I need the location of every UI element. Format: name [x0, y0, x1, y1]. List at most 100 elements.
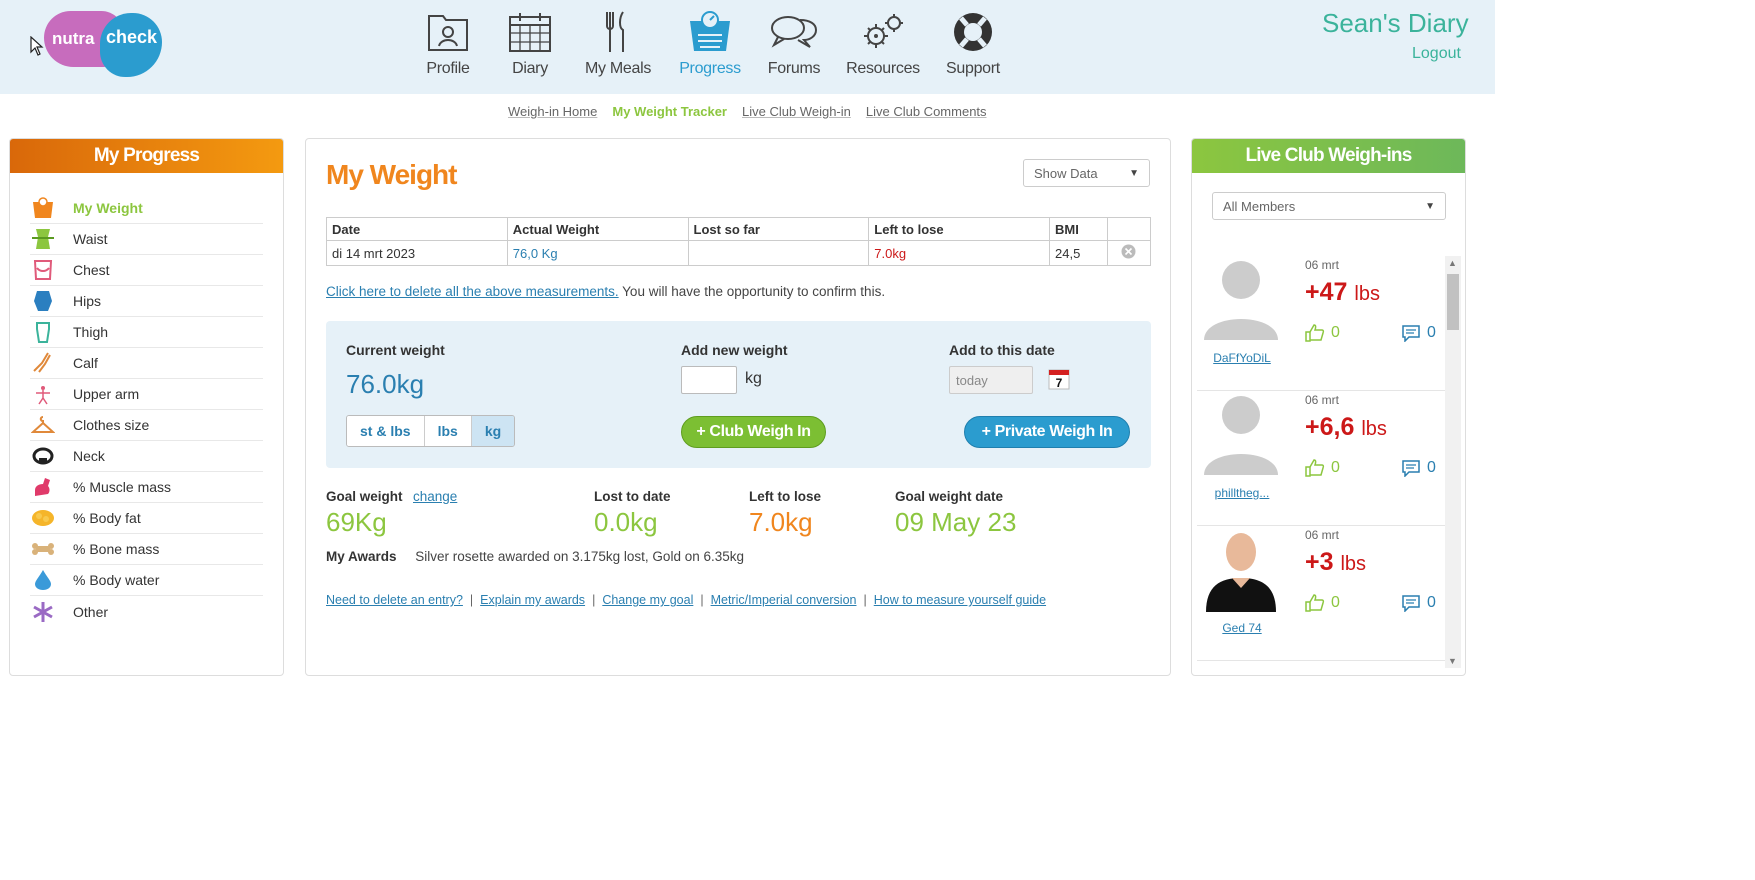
progress-item-muscle-mass[interactable]: % Muscle mass [30, 472, 263, 503]
like-button[interactable]: 0 [1305, 324, 1340, 342]
new-weight-input[interactable] [681, 366, 737, 394]
like-button[interactable]: 0 [1305, 594, 1340, 612]
date-input[interactable]: today [949, 366, 1033, 394]
my-weight-panel: My Weight Show Data ▼ Date Actual Weight… [305, 138, 1171, 676]
progress-item-other[interactable]: Other [30, 596, 263, 627]
avatar-photo[interactable] [1202, 526, 1280, 614]
nav-label: Support [946, 60, 1000, 77]
progress-item-label: Neck [73, 448, 105, 464]
progress-item-body-water[interactable]: % Body water [30, 565, 263, 596]
comment-button[interactable]: 0 [1401, 324, 1436, 342]
nav-diary[interactable]: Diary [491, 8, 569, 78]
scroll-down-arrow-icon[interactable]: ▼ [1448, 656, 1457, 666]
progress-item-upper-arm[interactable]: Upper arm [30, 379, 263, 410]
neck-icon [30, 444, 56, 468]
feed-scrollbar[interactable]: ▲ ▼ [1445, 256, 1461, 668]
explain-awards-link[interactable]: Explain my awards [480, 593, 585, 607]
subnav-live-club-comments[interactable]: Live Club Comments [866, 104, 987, 119]
chest-icon [30, 258, 56, 282]
progress-item-bone-mass[interactable]: % Bone mass [30, 534, 263, 565]
nav-forums[interactable]: Forums [753, 8, 835, 78]
nutracheck-logo[interactable]: nutra check [44, 9, 162, 79]
progress-item-chest[interactable]: Chest [30, 255, 263, 286]
progress-item-hips[interactable]: Hips [30, 286, 263, 317]
username-link[interactable]: philltheg... [1197, 486, 1287, 500]
weigh-in-box: Current weight 76.0kg st & lbs lbs kg Ad… [326, 321, 1151, 468]
delete-all-measurements-link[interactable]: Click here to delete all the above measu… [326, 284, 619, 299]
close-circle-icon [1121, 244, 1136, 259]
nav-progress[interactable]: Progress [667, 8, 753, 78]
username-link[interactable]: Ged 74 [1197, 621, 1287, 635]
like-count: 0 [1331, 459, 1340, 476]
comment-button[interactable]: 0 [1401, 459, 1436, 477]
measure-guide-link[interactable]: How to measure yourself guide [874, 593, 1046, 607]
delete-entry-button[interactable] [1106, 240, 1152, 266]
avatar-placeholder[interactable] [1202, 391, 1280, 479]
gears-icon [859, 8, 907, 56]
subnav-my-weight-tracker[interactable]: My Weight Tracker [612, 104, 727, 119]
thigh-icon [30, 320, 56, 344]
avatar-placeholder[interactable] [1202, 256, 1280, 344]
calendar-picker-icon[interactable]: 7 [1048, 368, 1070, 390]
goal-date-label: Goal weight date [895, 489, 1004, 504]
private-weigh-in-button[interactable]: + Private Weigh In [964, 416, 1130, 448]
metric-imperial-link[interactable]: Metric/Imperial conversion [711, 593, 857, 607]
change-goal-link[interactable]: Change my goal [602, 593, 693, 607]
logo-text-check: check [106, 27, 158, 47]
progress-item-calf[interactable]: Calf [30, 348, 263, 379]
nav-my-meals[interactable]: My Meals [569, 8, 667, 78]
water-drop-icon [30, 568, 56, 592]
comment-icon [1402, 325, 1420, 342]
chevron-down-icon: ▼ [1129, 167, 1139, 179]
list-item: philltheg... 06 mrt +6,6 lbs 0 0 [1197, 391, 1447, 526]
column-header-bmi: BMI [1049, 217, 1108, 241]
delete-entry-help-link[interactable]: Need to delete an entry? [326, 593, 463, 607]
profile-icon [424, 8, 472, 56]
scrollbar-thumb[interactable] [1447, 274, 1459, 330]
members-filter-dropdown[interactable]: All Members ▼ [1212, 192, 1446, 220]
weigh-in-feed: DaFfYoDiL 06 mrt +47 lbs 0 0 philltheg..… [1197, 256, 1447, 666]
comment-button[interactable]: 0 [1401, 594, 1436, 612]
nav-profile[interactable]: Profile [405, 8, 491, 78]
unit-kg-button[interactable]: kg [471, 416, 515, 446]
weigh-in-date: 06 mrt [1305, 393, 1340, 407]
progress-item-clothes-size[interactable]: Clothes size [30, 410, 263, 441]
goal-weight-label: Goal weight [326, 489, 403, 504]
nav-label: Progress [679, 60, 741, 77]
subnav-live-club-weigh-in[interactable]: Live Club Weigh-in [742, 104, 851, 119]
current-weight-value: 76.0kg [346, 369, 425, 399]
weigh-in-date: 06 mrt [1305, 528, 1340, 542]
nav-resources[interactable]: Resources [835, 8, 931, 78]
nav-support[interactable]: Support [931, 8, 1015, 78]
column-header-lost-so-far: Lost so far [687, 217, 870, 241]
cell-date: di 14 mrt 2023 [326, 240, 508, 266]
progress-item-neck[interactable]: Neck [30, 441, 263, 472]
username-link[interactable]: DaFfYoDiL [1197, 351, 1287, 365]
club-weigh-in-button[interactable]: + Club Weigh In [681, 416, 826, 448]
unit-st-lbs-button[interactable]: st & lbs [347, 416, 425, 446]
progress-item-label: % Bone mass [73, 541, 160, 557]
progress-item-label: My Weight [73, 200, 143, 216]
progress-item-label: % Muscle mass [73, 479, 172, 495]
progress-item-label: Clothes size [73, 417, 150, 433]
goal-date-value: 09 May 23 [895, 507, 1017, 537]
weigh-in-change: +3 lbs [1305, 548, 1366, 577]
subnav-weigh-in-home[interactable]: Weigh-in Home [508, 104, 597, 119]
goal-change-link[interactable]: change [413, 489, 457, 504]
show-data-dropdown[interactable]: Show Data ▼ [1023, 159, 1150, 187]
progress-item-my-weight[interactable]: My Weight [30, 193, 263, 224]
unit-lbs-button[interactable]: lbs [424, 416, 472, 446]
weigh-in-change: +6,6 lbs [1305, 413, 1387, 442]
live-club-title: Live Club Weigh-ins [1192, 139, 1465, 173]
progress-item-waist[interactable]: Waist [30, 224, 263, 255]
progress-item-body-fat[interactable]: % Body fat [30, 503, 263, 534]
like-button[interactable]: 0 [1305, 459, 1340, 477]
delete-confirm-note: You will have the opportunity to confirm… [622, 284, 886, 299]
logout-link[interactable]: Logout [1412, 45, 1461, 63]
scroll-up-arrow-icon[interactable]: ▲ [1448, 258, 1457, 268]
list-item: DaFfYoDiL 06 mrt +47 lbs 0 0 [1197, 256, 1447, 391]
progress-item-thigh[interactable]: Thigh [30, 317, 263, 348]
nav-label: Profile [426, 60, 470, 77]
add-to-date-label: Add to this date [949, 342, 1055, 358]
chat-bubbles-icon [770, 8, 818, 56]
